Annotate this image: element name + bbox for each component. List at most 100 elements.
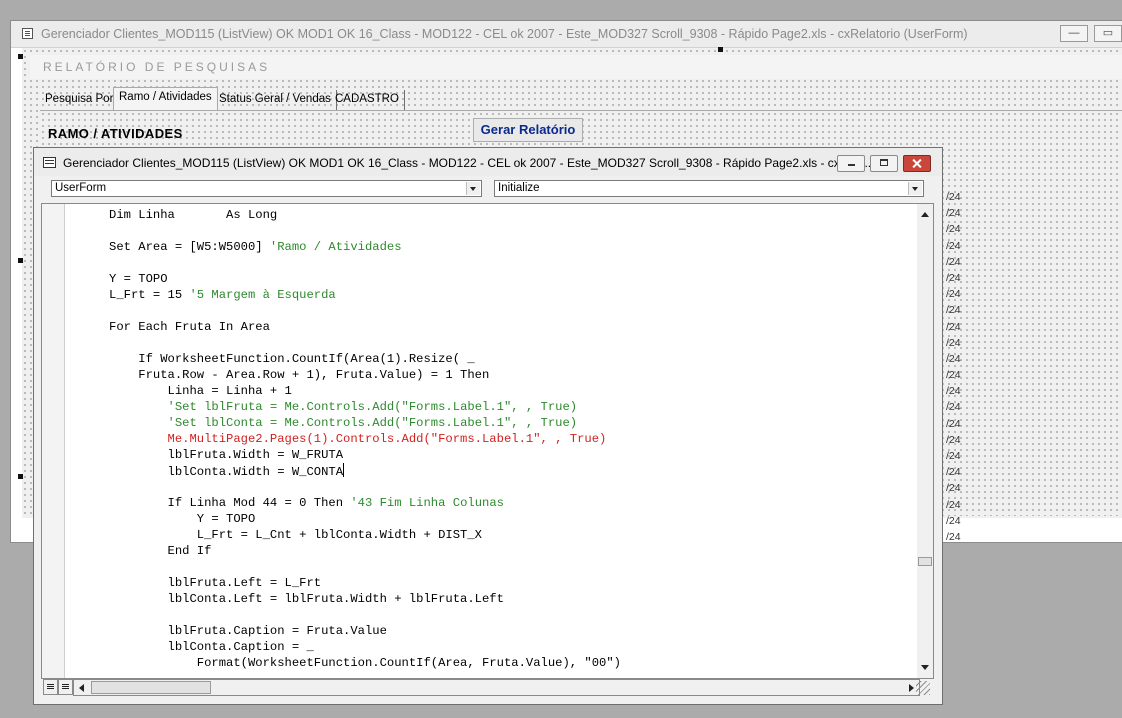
- selection-handle[interactable]: [18, 474, 23, 479]
- code-line[interactable]: lblFruta.Left = L_Frt: [109, 575, 621, 591]
- date-label: /24: [946, 352, 961, 365]
- code-comment: 'Ramo / Atividades: [269, 240, 402, 254]
- code-line[interactable]: Set Area = [W5:W5000] 'Ramo / Atividades: [109, 239, 621, 255]
- designer-minimize-button[interactable]: —: [1060, 25, 1088, 42]
- chevron-down-icon[interactable]: [466, 182, 480, 195]
- code-line[interactable]: Y = TOPO: [109, 271, 621, 287]
- date-label: /24: [946, 433, 961, 446]
- code-window-close-button[interactable]: [903, 155, 931, 172]
- code-statement: If Linha Mod 44 = 0 Then: [109, 496, 351, 510]
- code-window-bottom-bar: [41, 679, 934, 696]
- tab-ramo-atividades[interactable]: Ramo / Atividades: [113, 87, 218, 110]
- date-label: /24: [946, 369, 961, 382]
- code-statement: L_Frt = L_Cnt + lblConta.Width + DIST_X: [109, 528, 482, 542]
- selection-handle[interactable]: [718, 47, 723, 52]
- date-label: /24: [946, 255, 961, 268]
- scroll-down-arrow-icon[interactable]: [917, 660, 933, 676]
- date-label: /24: [946, 385, 961, 398]
- code-line[interactable]: lblConta.Left = lblFruta.Width + lblFrut…: [109, 591, 621, 607]
- code-line[interactable]: [109, 607, 621, 623]
- procedure-view-icon[interactable]: [43, 679, 58, 695]
- report-header-text: RELATÓRIO DE PESQUISAS: [43, 60, 271, 74]
- horizontal-scrollbar[interactable]: [73, 679, 920, 696]
- code-line[interactable]: End If: [109, 543, 621, 559]
- code-comment: '43 Fim Linha Colunas: [350, 496, 504, 510]
- selection-handle[interactable]: [18, 54, 23, 59]
- date-label: /24: [946, 530, 961, 543]
- code-window-title: Gerenciador Clientes_MOD115 (ListView) O…: [63, 156, 875, 170]
- code-line[interactable]: [109, 479, 621, 495]
- code-line[interactable]: lblConta.Caption = _: [109, 639, 621, 655]
- ramo-atividades-label: RAMO / ATIVIDADES: [48, 126, 183, 141]
- tab-pesquisa-por[interactable]: Pesquisa Por: [40, 90, 120, 110]
- code-line[interactable]: L_Frt = 15 '5 Margem à Esquerda: [109, 287, 621, 303]
- code-text[interactable]: Dim Linha As Long Set Area = [W5:W5000] '…: [109, 207, 621, 671]
- code-line[interactable]: Linha = Linha + 1: [109, 383, 621, 399]
- object-combo-value: UserForm: [55, 182, 107, 194]
- chevron-down-icon[interactable]: [908, 182, 922, 195]
- code-line[interactable]: Me.MultiPage2.Pages(1).Controls.Add("For…: [109, 431, 621, 447]
- scroll-left-arrow-icon[interactable]: [74, 680, 90, 695]
- code-statement: lblFruta.Caption = Fruta.Value: [109, 624, 387, 638]
- code-statement: lblFruta.Left = L_Frt: [109, 576, 322, 590]
- code-line[interactable]: 'Set lblConta = Me.Controls.Add("Forms.L…: [109, 415, 621, 431]
- code-line[interactable]: If WorksheetFunction.CountIf(Area(1).Res…: [109, 351, 621, 367]
- code-line[interactable]: Fruta.Row - Area.Row + 1), Fruta.Value) …: [109, 367, 621, 383]
- code-line[interactable]: lblConta.Width = W_CONTA: [109, 463, 621, 479]
- tab-status-geral-vendas[interactable]: Status Geral / Vendas: [214, 90, 337, 110]
- procedure-combo[interactable]: Initialize: [494, 180, 924, 197]
- code-comment: 'Set lblConta = Me.Controls.Add("Forms.L…: [167, 416, 578, 430]
- date-label: /24: [946, 514, 961, 527]
- code-statement: Me.MultiPage2.Pages(1).Controls.Add("For…: [109, 432, 607, 446]
- resize-grip-icon[interactable]: [916, 681, 930, 695]
- code-line[interactable]: [109, 303, 621, 319]
- date-label: /24: [946, 498, 961, 511]
- code-window: Gerenciador Clientes_MOD115 (ListView) O…: [33, 147, 943, 705]
- code-line[interactable]: [109, 559, 621, 575]
- date-label: /24: [946, 223, 961, 236]
- code-line[interactable]: Y = TOPO: [109, 511, 621, 527]
- code-statement: lblConta.Left = lblFruta.Width + lblFrut…: [109, 592, 504, 606]
- code-window-title-bar[interactable]: Gerenciador Clientes_MOD115 (ListView) O…: [34, 148, 942, 176]
- date-label: /24: [946, 207, 961, 220]
- code-window-icon[interactable]: [43, 157, 56, 168]
- selection-handle[interactable]: [18, 258, 23, 263]
- vertical-scroll-thumb[interactable]: [918, 557, 932, 566]
- scroll-up-arrow-icon[interactable]: [917, 206, 933, 222]
- breakpoint-margin[interactable]: [42, 204, 65, 678]
- designer-title-bar[interactable]: Gerenciador Clientes_MOD115 (ListView) O…: [11, 21, 1122, 48]
- full-module-view-icon[interactable]: [58, 679, 73, 695]
- date-label: /24: [946, 336, 961, 349]
- code-line[interactable]: If Linha Mod 44 = 0 Then '43 Fim Linha C…: [109, 495, 621, 511]
- code-line[interactable]: 'Set lblFruta = Me.Controls.Add("Forms.L…: [109, 399, 621, 415]
- code-comment: '5 Margem à Esquerda: [189, 288, 336, 302]
- code-statement: Set Area = [W5:W5000]: [109, 240, 270, 254]
- vertical-scrollbar[interactable]: [917, 203, 934, 679]
- tab-cadastro[interactable]: CADASTRO: [330, 90, 405, 110]
- gerar-relatorio-button[interactable]: Gerar Relatório: [473, 118, 583, 142]
- object-combo[interactable]: UserForm: [51, 180, 482, 197]
- code-line[interactable]: [109, 223, 621, 239]
- code-line[interactable]: Format(WorksheetFunction.CountIf(Area, F…: [109, 655, 621, 671]
- code-line[interactable]: Dim Linha As Long: [109, 207, 621, 223]
- date-label: /24: [946, 271, 961, 284]
- text-caret: [343, 463, 345, 477]
- code-editor[interactable]: Dim Linha As Long Set Area = [W5:W5000] '…: [41, 203, 934, 679]
- code-comment: 'Set lblFruta = Me.Controls.Add("Forms.L…: [167, 400, 578, 414]
- code-line[interactable]: [109, 335, 621, 351]
- code-statement: Linha = Linha + 1: [109, 384, 292, 398]
- code-line[interactable]: For Each Fruta In Area: [109, 319, 621, 335]
- code-window-minimize-button[interactable]: [837, 155, 865, 172]
- code-line[interactable]: lblFruta.Caption = Fruta.Value: [109, 623, 621, 639]
- report-header-label[interactable]: RELATÓRIO DE PESQUISAS: [30, 55, 1122, 79]
- code-statement: If WorksheetFunction.CountIf(Area(1).Res…: [109, 352, 475, 366]
- code-statement: lblConta.Width = W_CONTA: [109, 465, 344, 479]
- date-label: /24: [946, 304, 961, 317]
- designer-restore-button[interactable]: ▭: [1094, 25, 1122, 42]
- horizontal-scroll-thumb[interactable]: [91, 681, 211, 694]
- code-window-maximize-button[interactable]: [870, 155, 898, 172]
- code-line[interactable]: [109, 255, 621, 271]
- form-app-icon[interactable]: [22, 28, 33, 39]
- code-line[interactable]: L_Frt = L_Cnt + lblConta.Width + DIST_X: [109, 527, 621, 543]
- code-line[interactable]: lblFruta.Width = W_FRUTA: [109, 447, 621, 463]
